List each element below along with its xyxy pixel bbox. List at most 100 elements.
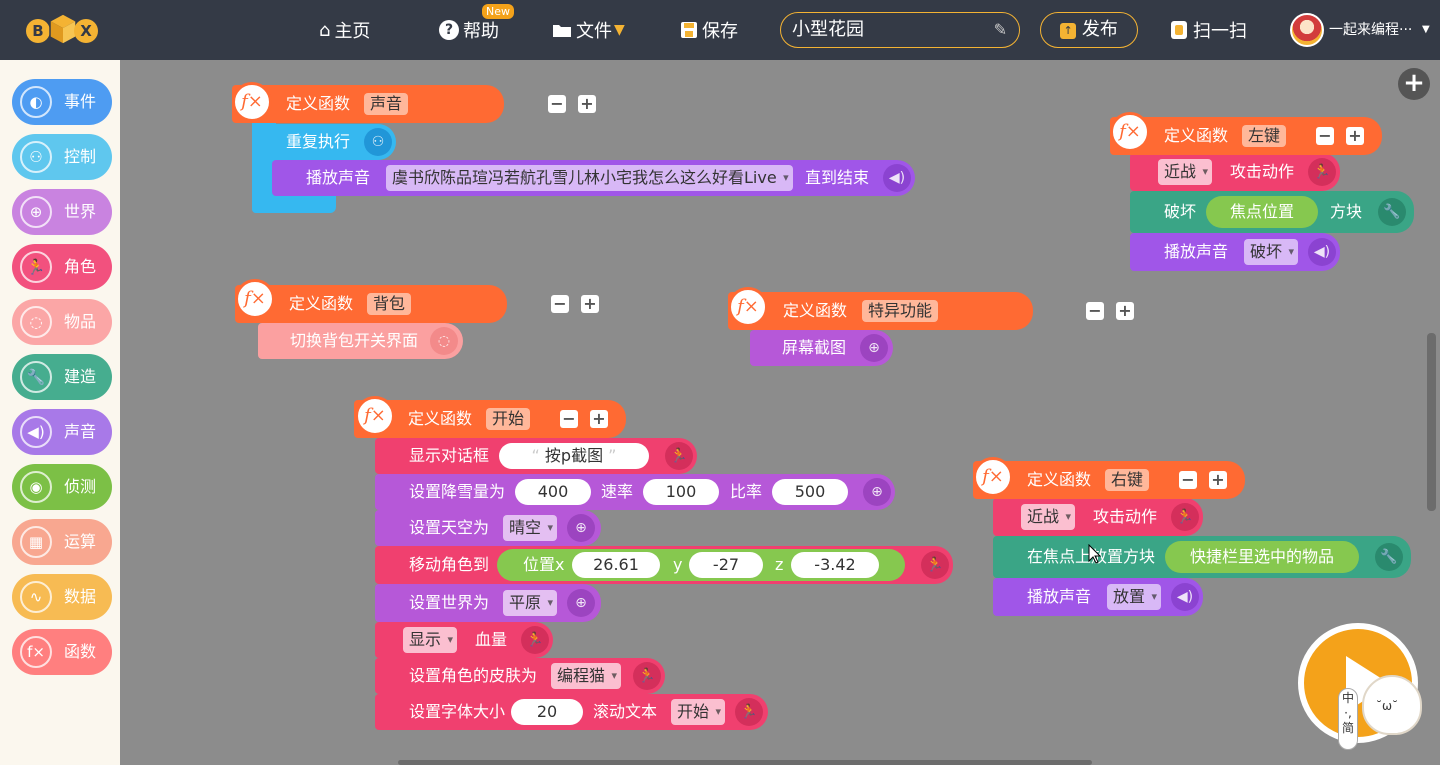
pencil-icon[interactable]: ✎ bbox=[994, 13, 1007, 47]
category-item[interactable]: ◌ 物品 bbox=[12, 299, 112, 345]
show-dialog-block[interactable]: 显示对话框 “ 按p截图 ” 🏃 bbox=[375, 438, 697, 474]
toggle-bag-block[interactable]: 切换背包开关界面 ◌ bbox=[258, 323, 463, 359]
show-hp-block[interactable]: 显示 血量 🏃 bbox=[375, 622, 553, 658]
minus-icon[interactable]: − bbox=[1179, 471, 1197, 489]
category-detect[interactable]: ◉ 侦测 bbox=[12, 464, 112, 510]
dialog-text: 按p截图 bbox=[544, 446, 604, 465]
nav-save[interactable]: 保存 bbox=[680, 0, 738, 60]
code-workspace[interactable]: 重复执行 ⚇ 播放声音 虞书欣陈品瑄冯若航孔雪儿林小宅我怎么这么好看Live 直… bbox=[120, 60, 1440, 765]
rate-input[interactable]: 100 bbox=[643, 479, 719, 505]
play-sound-label: 播放声音 bbox=[1027, 587, 1092, 606]
func-name-left[interactable]: 左键 bbox=[1242, 125, 1287, 147]
func-name-right[interactable]: 右键 bbox=[1105, 469, 1150, 491]
category-event[interactable]: ◐ 事件 bbox=[12, 79, 112, 125]
nav-scan-label: 扫一扫 bbox=[1193, 21, 1247, 42]
define-bag-block[interactable]: 定义函数 背包 − + bbox=[235, 285, 599, 323]
set-world-block[interactable]: 设置世界为 平原 ⊕ bbox=[375, 584, 601, 622]
font-size-block[interactable]: 设置字体大小 20 滚动文本 开始 🏃 bbox=[375, 694, 768, 730]
category-data[interactable]: ∿ 数据 bbox=[12, 574, 112, 620]
nav-home[interactable]: ⌂ 主页 bbox=[319, 0, 370, 60]
repeat-block[interactable]: 重复执行 ⚇ bbox=[252, 124, 396, 160]
move-actor-block[interactable]: 移动角色到 位置x 26.61 y -27 z -3.42 🏃 bbox=[375, 546, 953, 584]
world-dropdown[interactable]: 平原 bbox=[503, 590, 558, 616]
play-sound-left-block[interactable]: 播放声音 破坏 ◀) bbox=[1130, 233, 1340, 271]
melee-attack-right-block[interactable]: 近战 攻击动作 🏃 bbox=[993, 498, 1203, 536]
screenshot-block[interactable]: 屏幕截图 ⊕ bbox=[750, 330, 893, 366]
position-reporter[interactable]: 位置x 26.61 y -27 z -3.42 bbox=[497, 549, 905, 581]
sound-dropdown[interactable]: 破坏 bbox=[1244, 239, 1299, 265]
plus-icon[interactable]: + bbox=[581, 295, 599, 313]
plus-icon[interactable]: + bbox=[1346, 127, 1364, 145]
sound-dropdown[interactable]: 虞书欣陈品瑄冯若航孔雪儿林小宅我怎么这么好看Live bbox=[386, 165, 793, 191]
melee-dropdown[interactable]: 近战 bbox=[1021, 504, 1076, 530]
define-start-block[interactable]: 定义函数 开始 − + bbox=[354, 400, 626, 438]
category-build[interactable]: 🔧 建造 bbox=[12, 354, 112, 400]
category-operator[interactable]: ▦ 运算 bbox=[12, 519, 112, 565]
category-sound[interactable]: ◀) 声音 bbox=[12, 409, 112, 455]
z-input[interactable]: -3.42 bbox=[791, 552, 879, 578]
nav-scan[interactable]: 扫一扫 bbox=[1171, 0, 1247, 60]
define-right-block[interactable]: 定义函数 右键 − + bbox=[973, 461, 1245, 499]
plus-icon[interactable]: + bbox=[1209, 471, 1227, 489]
play-sound-right-block[interactable]: 播放声音 放置 ◀) bbox=[993, 578, 1203, 616]
project-name-text: 小型花园 bbox=[792, 19, 864, 40]
plus-icon[interactable]: + bbox=[578, 95, 596, 113]
minus-icon[interactable]: − bbox=[548, 95, 566, 113]
plus-icon[interactable]: + bbox=[1116, 302, 1134, 320]
func-name-bag[interactable]: 背包 bbox=[367, 293, 412, 315]
func-name-special[interactable]: 特异功能 bbox=[862, 300, 939, 322]
snow-amount-input[interactable]: 400 bbox=[515, 479, 591, 505]
set-sky-block[interactable]: 设置天空为 晴空 ⊕ bbox=[375, 510, 601, 546]
selected-item-reporter[interactable]: 快捷栏里选中的物品 bbox=[1165, 541, 1359, 573]
destroy-block[interactable]: 破坏 焦点位置 方块 🔧 bbox=[1130, 191, 1414, 233]
define-special-block[interactable]: 定义函数 特异功能 − + bbox=[728, 292, 1134, 330]
dialog-text-input[interactable]: “ 按p截图 ” bbox=[499, 443, 649, 469]
minus-icon[interactable]: − bbox=[551, 295, 569, 313]
x-input[interactable]: 26.61 bbox=[572, 552, 660, 578]
melee-dropdown[interactable]: 近战 bbox=[1158, 159, 1213, 185]
func-name-start[interactable]: 开始 bbox=[486, 408, 531, 430]
avatar[interactable] bbox=[1290, 13, 1324, 47]
category-world[interactable]: ⊕ 世界 bbox=[12, 189, 112, 235]
ime-simplified[interactable]: 简 bbox=[1339, 721, 1357, 736]
set-skin-block[interactable]: 设置角色的皮肤为 编程猫 🏃 bbox=[375, 658, 665, 694]
add-plus-button[interactable]: + bbox=[1398, 68, 1430, 100]
nav-file[interactable]: 文件 ▼ bbox=[552, 0, 625, 60]
y-input[interactable]: -27 bbox=[689, 552, 763, 578]
set-snow-block[interactable]: 设置降雪量为 400 速率 100 比率 500 ⊕ bbox=[375, 474, 895, 510]
mascot-icon[interactable]: ˘ω˘ bbox=[1362, 675, 1422, 735]
horizontal-scrollbar[interactable] bbox=[398, 760, 1092, 765]
play-sound-block[interactable]: 播放声音 虞书欣陈品瑄冯若航孔雪儿林小宅我怎么这么好看Live 直到结束 ◀) bbox=[272, 160, 915, 196]
user-caret-icon[interactable]: ▼ bbox=[1422, 0, 1430, 60]
category-function[interactable]: f× 函数 bbox=[12, 629, 112, 675]
skin-dropdown[interactable]: 编程猫 bbox=[551, 663, 622, 689]
ime-punct[interactable]: ·, bbox=[1339, 706, 1357, 721]
sound-dropdown[interactable]: 放置 bbox=[1107, 584, 1162, 610]
scroll-dropdown[interactable]: 开始 bbox=[671, 699, 726, 725]
category-actor[interactable]: 🏃 角色 bbox=[12, 244, 112, 290]
logo[interactable]: B X bbox=[26, 12, 98, 48]
minus-icon[interactable]: − bbox=[1316, 127, 1334, 145]
project-name-input[interactable]: 小型花园 ✎ bbox=[780, 12, 1020, 48]
user-name[interactable]: 一起来编程··· bbox=[1329, 0, 1412, 60]
sky-dropdown[interactable]: 晴空 bbox=[503, 515, 558, 541]
folder-icon bbox=[553, 25, 571, 37]
ime-toolbar[interactable]: 中 ·, 简 bbox=[1338, 688, 1358, 750]
place-block-block[interactable]: 在焦点上放置方块 快捷栏里选中的物品 🔧 bbox=[993, 536, 1411, 578]
melee-attack-block[interactable]: 近战 攻击动作 🏃 bbox=[1130, 153, 1340, 191]
vertical-scrollbar[interactable] bbox=[1427, 333, 1436, 511]
minus-icon[interactable]: − bbox=[560, 410, 578, 428]
ratio-input[interactable]: 500 bbox=[772, 479, 848, 505]
minus-icon[interactable]: − bbox=[1086, 302, 1104, 320]
publish-button[interactable]: ↑ 发布 bbox=[1040, 12, 1138, 48]
define-sound-block[interactable]: 定义函数 声音 − + bbox=[232, 85, 596, 123]
ime-zh[interactable]: 中 bbox=[1339, 691, 1357, 706]
func-name-sound[interactable]: 声音 bbox=[364, 93, 409, 115]
category-control[interactable]: ⚇ 控制 bbox=[12, 134, 112, 180]
show-dropdown[interactable]: 显示 bbox=[403, 627, 458, 653]
nav-help-label: 帮助 bbox=[463, 21, 499, 42]
focus-position-reporter[interactable]: 焦点位置 bbox=[1206, 196, 1318, 228]
plus-icon[interactable]: + bbox=[590, 410, 608, 428]
font-size-input[interactable]: 20 bbox=[511, 699, 583, 725]
define-left-block[interactable]: 定义函数 左键 − + bbox=[1110, 117, 1382, 155]
